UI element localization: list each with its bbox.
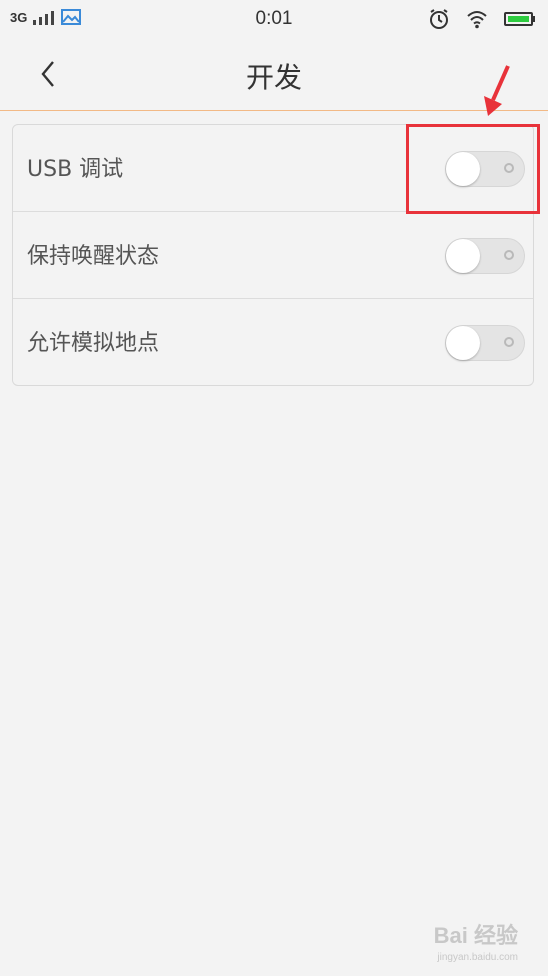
wifi-icon (466, 9, 488, 29)
setting-row-mock-location[interactable]: 允许模拟地点 (13, 299, 533, 386)
mock-location-toggle[interactable] (445, 325, 525, 361)
screen: 3G 0:01 开发 USB 调试 保持唤醒状态 允许模拟地点 Bai 经验 j… (0, 0, 548, 976)
annotation-highlight-box (406, 124, 540, 214)
annotation-arrow-icon (484, 65, 510, 116)
toggle-knob (446, 239, 480, 273)
watermark-url: jingyan.baidu.com (437, 952, 518, 963)
toggle-knob (446, 326, 480, 360)
app-header: 开发 (0, 38, 548, 111)
setting-label: 允许模拟地点 (27, 331, 160, 356)
alarm-icon (428, 8, 450, 30)
stay-awake-toggle[interactable] (445, 238, 525, 274)
watermark-logo: Bai 经验 (433, 923, 518, 948)
status-right (428, 8, 536, 30)
toggle-off-indicator-icon (504, 250, 514, 260)
setting-label: 保持唤醒状态 (27, 244, 160, 269)
status-bar: 3G 0:01 (0, 0, 548, 38)
toggle-off-indicator-icon (504, 337, 514, 347)
setting-row-stay-awake[interactable]: 保持唤醒状态 (13, 212, 533, 299)
setting-label: USB 调试 (27, 157, 124, 182)
page-title: 开发 (245, 61, 302, 94)
battery-icon (504, 11, 536, 27)
watermark: Bai 经验 jingyan.baidu.com (434, 918, 518, 963)
